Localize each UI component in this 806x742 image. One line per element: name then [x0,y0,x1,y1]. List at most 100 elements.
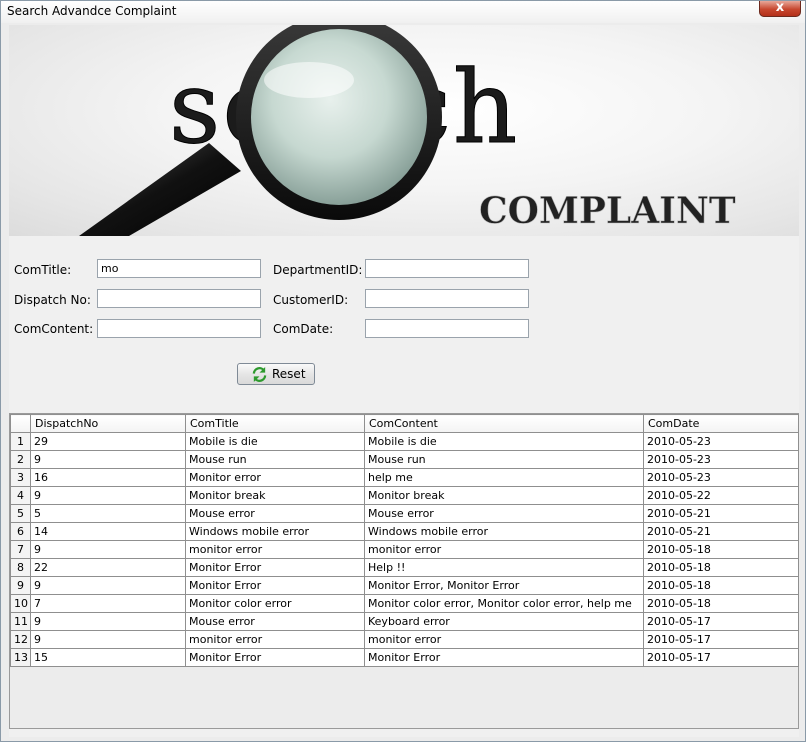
comdate-cell[interactable]: 2010-05-21 [643,504,799,523]
comdate-cell[interactable]: 2010-05-22 [643,486,799,505]
row-number-cell[interactable]: 12 [10,630,31,649]
comcontent-cell[interactable]: help me [364,468,644,487]
comtitle-cell[interactable]: Monitor color error [185,594,365,613]
comcontent-cell[interactable]: Mouse run [364,450,644,469]
dispatchno-column-header[interactable]: DispatchNo [30,414,186,433]
row-number-header[interactable] [10,414,31,433]
row-number-cell[interactable]: 2 [10,450,31,469]
comcontent-cell[interactable]: monitor error [364,540,644,559]
comtitle-cell[interactable]: Windows mobile error [185,522,365,541]
comtitle-cell[interactable]: Mouse run [185,450,365,469]
comcontent-cell[interactable]: monitor error [364,630,644,649]
comcontent-cell[interactable]: Monitor Error [364,648,644,667]
comdate-cell[interactable]: 2010-05-17 [643,630,799,649]
comdate-cell[interactable]: 2010-05-18 [643,558,799,577]
dispatchno-cell[interactable]: 15 [30,648,186,667]
table-row[interactable]: 1 29 Mobile is die Mobile is die 2010-05-23 [10,432,799,451]
comtitle-cell[interactable]: monitor error [185,630,365,649]
comcontent-cell[interactable]: Mobile is die [364,432,644,451]
comtitle-cell[interactable]: Monitor Error [185,558,365,577]
dispatchno-cell[interactable]: 14 [30,522,186,541]
table-row[interactable]: 7 9 monitor error monitor error 2010-05-18 [10,540,799,559]
window-title: Search Advandce Complaint [7,4,177,18]
results-table-panel: DispatchNo ComTitle ComContent ComDate 1… [9,413,799,729]
row-number-cell[interactable]: 3 [10,468,31,487]
comtitle-cell[interactable]: Monitor Error [185,576,365,595]
reset-button[interactable]: Reset [237,363,315,385]
row-number-cell[interactable]: 8 [10,558,31,577]
row-number-cell[interactable]: 13 [10,648,31,667]
dispatchno-cell[interactable]: 9 [30,540,186,559]
client-area: search COMPLAINT ComTitle: Dispatch No: … [9,25,799,737]
comdate-cell[interactable]: 2010-05-18 [643,594,799,613]
customer-id-label: CustomerID: [273,293,349,307]
dispatchno-cell[interactable]: 29 [30,432,186,451]
dispatch-no-field[interactable] [97,289,261,308]
close-button[interactable]: x [759,0,801,17]
magnifier-banner-graphic: search COMPLAINT [79,25,736,236]
comtitle-column-header[interactable]: ComTitle [185,414,365,433]
comtitle-cell[interactable]: monitor error [185,540,365,559]
comcontent-cell[interactable]: Windows mobile error [364,522,644,541]
table-row[interactable]: 10 7 Monitor color error Monitor color erro… [10,594,799,613]
dispatchno-cell[interactable]: 9 [30,630,186,649]
comdate-cell[interactable]: 2010-05-17 [643,612,799,631]
comdate-field[interactable] [365,319,529,338]
comtitle-cell[interactable]: Mobile is die [185,432,365,451]
table-row[interactable]: 9 9 Monitor Error Monitor Error, Monitor Er… [10,576,799,595]
comcontent-cell[interactable]: Monitor color error, Monitor color error… [364,594,644,613]
table-row[interactable]: 11 9 Mouse error Keyboard error 2010-05-17 [10,612,799,631]
comtitle-cell[interactable]: Monitor Error [185,648,365,667]
comdate-cell[interactable]: 2010-05-18 [643,576,799,595]
dispatchno-cell[interactable]: 16 [30,468,186,487]
row-number-cell[interactable]: 5 [10,504,31,523]
dispatchno-cell[interactable]: 22 [30,558,186,577]
title-bar[interactable]: Search Advandce Complaint x [1,0,805,23]
comdate-cell[interactable]: 2010-05-23 [643,432,799,451]
comdate-cell[interactable]: 2010-05-23 [643,468,799,487]
comtitle-cell[interactable]: Mouse error [185,612,365,631]
dispatchno-cell[interactable]: 5 [30,504,186,523]
table-row[interactable]: 12 9 monitor error monitor error 2010-05-17 [10,630,799,649]
row-number-cell[interactable]: 7 [10,540,31,559]
customer-id-field[interactable] [365,289,529,308]
table-row[interactable]: 8 22 Monitor Error Help !! 2010-05-18 [10,558,799,577]
comcontent-cell[interactable]: Mouse error [364,504,644,523]
comdate-cell[interactable]: 2010-05-23 [643,450,799,469]
department-id-label: DepartmentID: [273,263,363,277]
comdate-cell[interactable]: 2010-05-21 [643,522,799,541]
comdate-cell[interactable]: 2010-05-17 [643,648,799,667]
dispatchno-cell[interactable]: 9 [30,486,186,505]
row-number-cell[interactable]: 11 [10,612,31,631]
comcontent-field[interactable] [97,319,261,338]
comdate-cell[interactable]: 2010-05-18 [643,540,799,559]
row-number-cell[interactable]: 9 [10,576,31,595]
dispatchno-cell[interactable]: 9 [30,612,186,631]
table-row[interactable]: 2 9 Mouse run Mouse run 2010-05-23 [10,450,799,469]
row-number-cell[interactable]: 1 [10,432,31,451]
comtitle-cell[interactable]: Monitor break [185,486,365,505]
dispatchno-cell[interactable]: 7 [30,594,186,613]
table-row[interactable]: 5 5 Mouse error Mouse error 2010-05-21 [10,504,799,523]
comcontent-cell[interactable]: Help !! [364,558,644,577]
comcontent-cell[interactable]: Monitor break [364,486,644,505]
table-row[interactable]: 4 9 Monitor break Monitor break 2010-05-22 [10,486,799,505]
comcontent-cell[interactable]: Monitor Error, Monitor Error [364,576,644,595]
comcontent-column-header[interactable]: ComContent [364,414,644,433]
department-id-field[interactable] [365,259,529,278]
comdate-column-header[interactable]: ComDate [643,414,799,433]
dispatchno-cell[interactable]: 9 [30,450,186,469]
comcontent-cell[interactable]: Keyboard error [364,612,644,631]
close-icon: x [775,0,785,15]
comtitle-field[interactable] [97,259,261,278]
dispatchno-cell[interactable]: 9 [30,576,186,595]
comdate-label: ComDate: [273,322,334,336]
table-row[interactable]: 6 14 Windows mobile error Windows mobile er… [10,522,799,541]
comtitle-cell[interactable]: Mouse error [185,504,365,523]
row-number-cell[interactable]: 10 [10,594,31,613]
table-row[interactable]: 13 15 Monitor Error Monitor Error 2010-05-17 [10,648,799,667]
comtitle-cell[interactable]: Monitor error [185,468,365,487]
table-row[interactable]: 3 16 Monitor error help me 2010-05-23 [10,468,799,487]
row-number-cell[interactable]: 4 [10,486,31,505]
row-number-cell[interactable]: 6 [10,522,31,541]
